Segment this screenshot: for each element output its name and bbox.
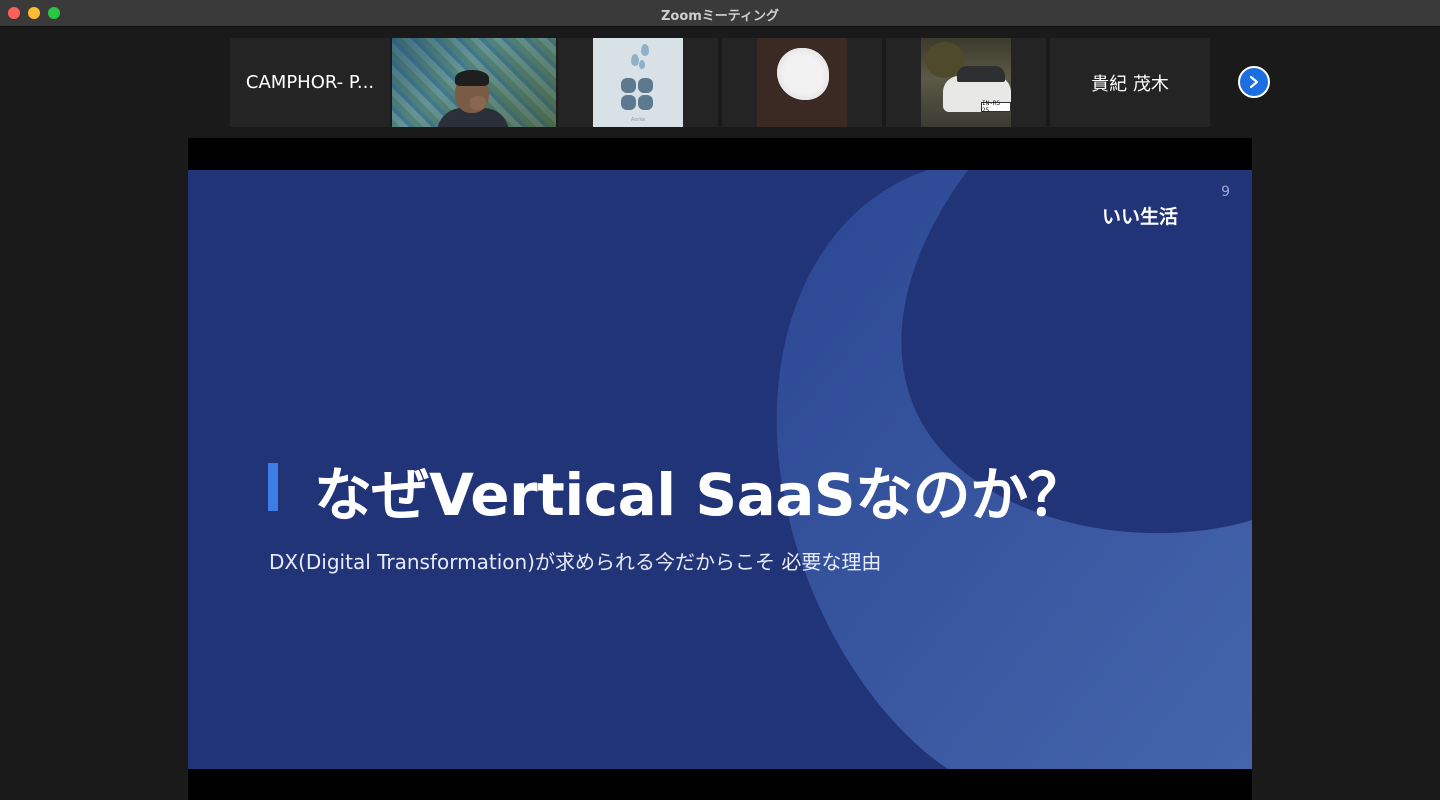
logo-caption: Aorke [630,117,646,123]
slide-subtitle: DX(Digital Transformation)が求められる今だからこそ 必… [269,550,882,574]
slide-page-number: 9 [1221,184,1230,200]
window-titlebar: Zoomミーティング [0,0,1440,27]
slide-title-accent-bar [268,463,278,511]
slide-title: なぜVertical SaaSなのか？ [314,461,1086,529]
participant-tile-mogi[interactable]: 貴紀 茂木 [1050,38,1210,127]
participant-name: CAMPHOR- P... [245,72,375,93]
participant-avatar-logo-image: Aorke [593,38,683,127]
participant-avatar-fluff-image [757,38,847,127]
participant-tile-camphor[interactable]: CAMPHOR- P... [230,38,390,127]
presentation-slide: 9 いい生活 なぜVertical SaaSなのか？ DX(Digital Tr… [188,170,1252,769]
chevron-right-icon [1249,75,1259,89]
car-license-plate: IN-RS 25 [981,100,1011,114]
slide-brand-logo: いい生活 [1102,206,1179,228]
next-participants-button[interactable] [1238,66,1270,98]
window-title: Zoomミーティング [660,9,780,24]
participant-tile-fluff[interactable] [722,38,882,127]
participant-tile-logo[interactable]: Aorke [558,38,718,127]
participant-name: 貴紀 茂木 [1091,73,1169,95]
participant-tile-active-speaker[interactable] [392,38,556,127]
participant-tile-car[interactable]: IN-RS 25 [886,38,1046,127]
participant-avatar-car-image: IN-RS 25 [921,38,1011,127]
